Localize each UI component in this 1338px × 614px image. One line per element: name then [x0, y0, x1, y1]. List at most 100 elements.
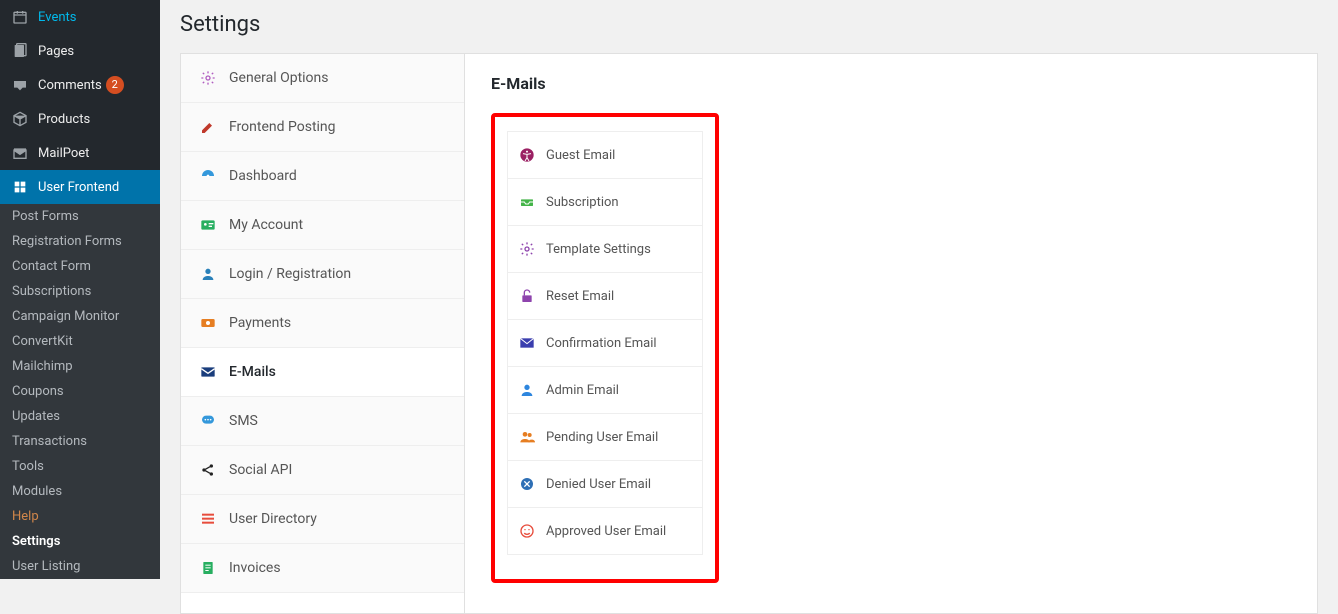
- list-icon: [199, 510, 217, 528]
- main-content: Settings General Options Frontend Posting…: [160, 0, 1338, 574]
- email-item-label: Denied User Email: [546, 477, 651, 492]
- email-item-template-settings[interactable]: Template Settings: [507, 226, 703, 273]
- wp-submenu-tools[interactable]: Tools: [0, 454, 160, 479]
- email-item-label: Reset Email: [546, 289, 614, 304]
- gear-icon: [518, 240, 536, 258]
- tab-dashboard[interactable]: Dashboard: [181, 152, 464, 201]
- email-item-label: Template Settings: [546, 242, 651, 257]
- wp-submenu-contact-form[interactable]: Contact Form: [0, 254, 160, 279]
- wp-submenu-post-forms[interactable]: Post Forms: [0, 204, 160, 229]
- badge: 2: [106, 76, 124, 94]
- tab-invoices[interactable]: Invoices: [181, 544, 464, 593]
- email-item-confirmation-email[interactable]: Confirmation Email: [507, 320, 703, 367]
- mailpoet-icon: [10, 143, 30, 163]
- tab-label: Login / Registration: [229, 266, 351, 282]
- wp-menu-products[interactable]: Products: [0, 102, 160, 136]
- tab-user-directory[interactable]: User Directory: [181, 495, 464, 544]
- user-solid-icon: [518, 381, 536, 399]
- menu-label: Products: [38, 112, 90, 127]
- lock-open-icon: [518, 287, 536, 305]
- accessibility-icon: [518, 146, 536, 164]
- email-item-label: Admin Email: [546, 383, 619, 398]
- wp-submenu-mailchimp[interactable]: Mailchimp: [0, 354, 160, 379]
- tab-label: E-Mails: [229, 364, 276, 380]
- tab-label: Social API: [229, 462, 292, 478]
- wp-submenu-user-listing[interactable]: User Listing: [0, 554, 160, 579]
- settings-panel: E-Mails Guest Email Subscription Template …: [465, 54, 1317, 613]
- tab-general-options[interactable]: General Options: [181, 54, 464, 103]
- email-item-label: Confirmation Email: [546, 336, 657, 351]
- email-item-reset-email[interactable]: Reset Email: [507, 273, 703, 320]
- page-title: Settings: [180, 0, 1318, 53]
- tab-e-mails[interactable]: E-Mails: [181, 348, 464, 397]
- menu-label: Events: [38, 10, 76, 25]
- panel-title: E-Mails: [491, 74, 1291, 93]
- email-item-label: Guest Email: [546, 148, 615, 163]
- menu-label: Pages: [38, 44, 74, 59]
- settings-container: General Options Frontend Posting Dashboard…: [180, 53, 1318, 614]
- active-arrow: [160, 179, 168, 195]
- wp-admin-sidebar: Events Pages Comments 2 Products MailPoet User…: [0, 0, 160, 574]
- email-item-label: Pending User Email: [546, 430, 658, 445]
- menu-label: User Frontend: [38, 180, 119, 195]
- calendar-icon: [10, 7, 30, 27]
- wp-submenu-campaign-monitor[interactable]: Campaign Monitor: [0, 304, 160, 329]
- edit-icon: [199, 118, 217, 136]
- tab-label: My Account: [229, 217, 303, 233]
- email-item-subscription[interactable]: Subscription: [507, 179, 703, 226]
- email-highlight-box: Guest Email Subscription Template Settings…: [491, 113, 719, 583]
- tab-login-registration[interactable]: Login / Registration: [181, 250, 464, 299]
- mail-icon: [199, 363, 217, 381]
- uf-icon: [10, 177, 30, 197]
- page-icon: [10, 41, 30, 61]
- wp-submenu-modules[interactable]: Modules: [0, 479, 160, 504]
- tab-my-account[interactable]: My Account: [181, 201, 464, 250]
- email-list: Guest Email Subscription Template Settings…: [507, 131, 703, 555]
- email-item-guest-email[interactable]: Guest Email: [507, 131, 703, 179]
- wp-submenu-coupons[interactable]: Coupons: [0, 379, 160, 404]
- email-item-label: Subscription: [546, 195, 619, 210]
- cash-icon: [199, 314, 217, 332]
- menu-label: MailPoet: [38, 146, 89, 161]
- wp-menu-comments[interactable]: Comments 2: [0, 68, 160, 102]
- tab-label: General Options: [229, 70, 329, 86]
- tab-frontend-posting[interactable]: Frontend Posting: [181, 103, 464, 152]
- wp-menu-user-frontend[interactable]: User Frontend: [0, 170, 160, 204]
- tab-label: Frontend Posting: [229, 119, 336, 135]
- wp-submenu-updates[interactable]: Updates: [0, 404, 160, 429]
- x-circle-icon: [518, 475, 536, 493]
- tab-label: Dashboard: [229, 168, 297, 184]
- settings-tabs: General Options Frontend Posting Dashboard…: [181, 54, 465, 613]
- tab-social-api[interactable]: Social API: [181, 446, 464, 495]
- wp-submenu-subscriptions[interactable]: Subscriptions: [0, 279, 160, 304]
- email-item-pending-user-email[interactable]: Pending User Email: [507, 414, 703, 461]
- gear-icon: [199, 69, 217, 87]
- wp-menu-pages[interactable]: Pages: [0, 34, 160, 68]
- email-item-approved-user-email[interactable]: Approved User Email: [507, 508, 703, 555]
- tab-sms[interactable]: SMS: [181, 397, 464, 446]
- tab-label: Payments: [229, 315, 291, 331]
- wp-submenu-convertkit[interactable]: ConvertKit: [0, 329, 160, 354]
- email-item-label: Approved User Email: [546, 524, 666, 539]
- dash-icon: [199, 167, 217, 185]
- email-item-denied-user-email[interactable]: Denied User Email: [507, 461, 703, 508]
- tab-label: SMS: [229, 413, 258, 429]
- wp-submenu-registration-forms[interactable]: Registration Forms: [0, 229, 160, 254]
- comment-icon: [10, 75, 30, 95]
- envelope-icon: [518, 334, 536, 352]
- idcard-icon: [199, 216, 217, 234]
- wp-submenu-settings[interactable]: Settings: [0, 529, 160, 554]
- email-item-admin-email[interactable]: Admin Email: [507, 367, 703, 414]
- smile-icon: [518, 522, 536, 540]
- tab-payments[interactable]: Payments: [181, 299, 464, 348]
- wp-submenu-help[interactable]: Help: [0, 504, 160, 529]
- wp-submenu-transactions[interactable]: Transactions: [0, 429, 160, 454]
- menu-label: Comments: [38, 78, 102, 93]
- inbox-icon: [518, 193, 536, 211]
- wp-menu-mailpoet[interactable]: MailPoet: [0, 136, 160, 170]
- tab-label: User Directory: [229, 511, 317, 527]
- sms-icon: [199, 412, 217, 430]
- wp-menu-events[interactable]: Events: [0, 0, 160, 34]
- box-icon: [10, 109, 30, 129]
- share-icon: [199, 461, 217, 479]
